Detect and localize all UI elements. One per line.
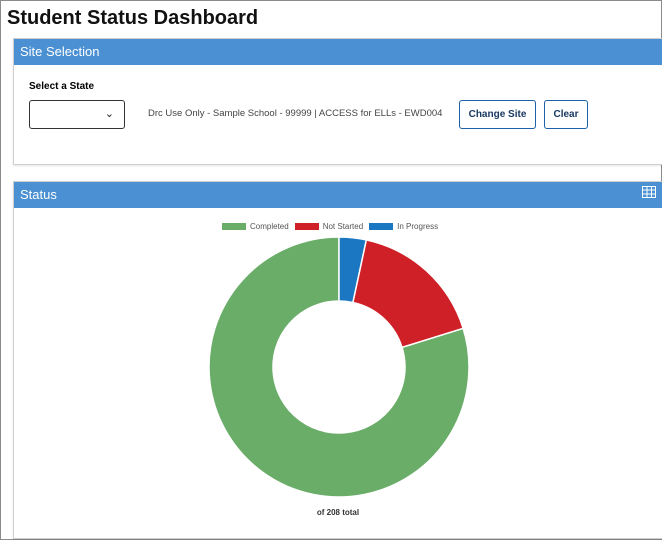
state-select[interactable]: ⌄ <box>29 100 125 129</box>
clear-button[interactable]: Clear <box>544 100 588 129</box>
page-title: Student Status Dashboard <box>7 7 259 29</box>
total-label: of 208 total <box>316 508 360 517</box>
legend-swatch <box>222 223 246 231</box>
legend-label: Not Started <box>322 222 364 231</box>
table-view-icon[interactable] <box>642 186 656 198</box>
legend-item-in-progress[interactable]: In Progress <box>369 222 438 231</box>
legend-label: In Progress <box>397 222 439 231</box>
legend-item-not-started[interactable]: Not Started <box>294 222 364 231</box>
chevron-down-icon: ⌄ <box>104 108 114 120</box>
change-site-button[interactable]: Change Site <box>459 100 536 129</box>
status-donut-chart <box>208 236 470 498</box>
legend-item-completed[interactable]: Completed <box>222 222 289 231</box>
status-header-title: Status <box>20 187 57 202</box>
site-selection-panel: Site Selection Select a State ⌄ Drc Use … <box>13 38 662 165</box>
chart-legend: Completed Not Started In Progress <box>222 222 444 231</box>
site-selection-header: Site Selection <box>14 39 662 65</box>
status-header: Status <box>14 182 662 208</box>
legend-label: Completed <box>250 222 289 231</box>
legend-swatch <box>294 223 319 231</box>
dashboard-page: Student Status Dashboard Site Selection … <box>0 0 662 540</box>
current-site-text: Drc Use Only - Sample School - 99999 | A… <box>148 108 443 119</box>
donut-slice-not-started[interactable] <box>351 239 465 349</box>
status-panel: Status Completed Not Started In Progress o… <box>13 181 662 539</box>
legend-swatch <box>369 223 394 231</box>
state-select-label: Select a State <box>29 81 95 92</box>
